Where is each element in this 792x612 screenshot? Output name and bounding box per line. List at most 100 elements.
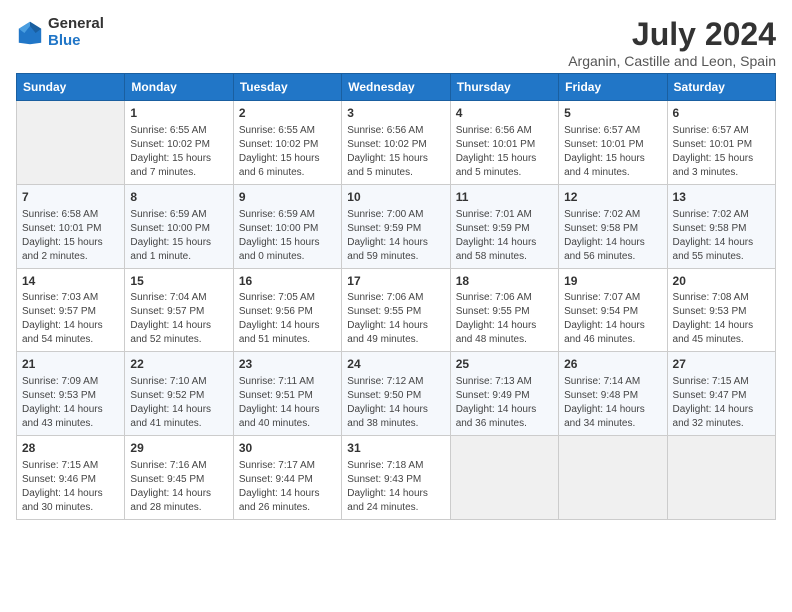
calendar-cell: 27 Sunrise: 7:15 AM Sunset: 9:47 PM Dayli…: [667, 352, 775, 436]
day-number: 10: [347, 189, 444, 206]
calendar-cell: 28Sunrise: 7:15 AM Sunset: 9:46 PM Dayli…: [17, 436, 125, 520]
day-number: 16: [239, 273, 336, 290]
day-info: Sunrise: 7:00 AM Sunset: 9:59 PM Dayligh…: [347, 208, 444, 264]
day-info: Sunrise: 7:07 AM Sunset: 9:54 PM Dayligh…: [564, 291, 661, 347]
calendar-week-row: 7 Sunrise: 6:58 AM Sunset: 10:01 PM Dayli…: [17, 184, 776, 268]
day-number: 21: [22, 356, 119, 373]
day-info: Sunrise: 7:14 AM Sunset: 9:48 PM Dayligh…: [564, 375, 661, 431]
day-info: Sunrise: 7:11 AM Sunset: 9:51 PM Dayligh…: [239, 375, 336, 431]
day-info: Sunrise: 7:10 AM Sunset: 9:52 PM Dayligh…: [130, 375, 227, 431]
day-info: Sunrise: 7:04 AM Sunset: 9:57 PM Dayligh…: [130, 291, 227, 347]
calendar-cell: 15Sunrise: 7:04 AM Sunset: 9:57 PM Dayli…: [125, 268, 233, 352]
day-number: 26: [564, 356, 661, 373]
calendar-cell: 23 Sunrise: 7:11 AM Sunset: 9:51 PM Dayli…: [233, 352, 341, 436]
day-info: Sunrise: 7:03 AM Sunset: 9:57 PM Dayligh…: [22, 291, 119, 347]
logo-line1: General: [48, 16, 104, 33]
logo-line2: Blue: [48, 33, 104, 50]
page-header: General Blue July 2024 Arganin, Castille…: [16, 16, 776, 69]
day-info: Sunrise: 7:15 AM Sunset: 9:47 PM Dayligh…: [673, 375, 770, 431]
day-number: 7: [22, 189, 119, 206]
calendar-week-row: 28Sunrise: 7:15 AM Sunset: 9:46 PM Dayli…: [17, 436, 776, 520]
day-number: 31: [347, 440, 444, 457]
calendar-body: 1Sunrise: 6:55 AM Sunset: 10:02 PM Dayli…: [17, 101, 776, 520]
calendar-cell: [17, 101, 125, 185]
header-cell: Thursday: [450, 74, 558, 101]
day-info: Sunrise: 6:59 AM Sunset: 10:00 PM Daylig…: [239, 208, 336, 264]
calendar-cell: 11Sunrise: 7:01 AM Sunset: 9:59 PM Dayli…: [450, 184, 558, 268]
day-number: 13: [673, 189, 770, 206]
day-info: Sunrise: 7:06 AM Sunset: 9:55 PM Dayligh…: [347, 291, 444, 347]
day-info: Sunrise: 6:57 AM Sunset: 10:01 PM Daylig…: [564, 124, 661, 180]
day-info: Sunrise: 7:06 AM Sunset: 9:55 PM Dayligh…: [456, 291, 553, 347]
day-info: Sunrise: 6:55 AM Sunset: 10:02 PM Daylig…: [239, 124, 336, 180]
day-info: Sunrise: 6:58 AM Sunset: 10:01 PM Daylig…: [22, 208, 119, 264]
day-number: 5: [564, 105, 661, 122]
day-number: 22: [130, 356, 227, 373]
title-section: July 2024 Arganin, Castille and Leon, Sp…: [568, 16, 776, 69]
header-cell: Sunday: [17, 74, 125, 101]
header-cell: Monday: [125, 74, 233, 101]
location: Arganin, Castille and Leon, Spain: [568, 53, 776, 69]
calendar-cell: 31Sunrise: 7:18 AM Sunset: 9:43 PM Dayli…: [342, 436, 450, 520]
calendar-cell: 20Sunrise: 7:08 AM Sunset: 9:53 PM Dayli…: [667, 268, 775, 352]
calendar-cell: [559, 436, 667, 520]
calendar-week-row: 21Sunrise: 7:09 AM Sunset: 9:53 PM Dayli…: [17, 352, 776, 436]
day-number: 17: [347, 273, 444, 290]
calendar-cell: 3Sunrise: 6:56 AM Sunset: 10:02 PM Dayli…: [342, 101, 450, 185]
calendar-cell: 10 Sunrise: 7:00 AM Sunset: 9:59 PM Dayli…: [342, 184, 450, 268]
calendar-cell: 9 Sunrise: 6:59 AM Sunset: 10:00 PM Dayli…: [233, 184, 341, 268]
calendar-cell: [667, 436, 775, 520]
day-number: 14: [22, 273, 119, 290]
day-number: 2: [239, 105, 336, 122]
day-number: 19: [564, 273, 661, 290]
day-info: Sunrise: 7:17 AM Sunset: 9:44 PM Dayligh…: [239, 459, 336, 515]
day-number: 18: [456, 273, 553, 290]
calendar-cell: [450, 436, 558, 520]
calendar-cell: 22 Sunrise: 7:10 AM Sunset: 9:52 PM Dayli…: [125, 352, 233, 436]
calendar-cell: 14Sunrise: 7:03 AM Sunset: 9:57 PM Dayli…: [17, 268, 125, 352]
day-info: Sunrise: 6:56 AM Sunset: 10:02 PM Daylig…: [347, 124, 444, 180]
calendar-cell: 18Sunrise: 7:06 AM Sunset: 9:55 PM Dayli…: [450, 268, 558, 352]
calendar-cell: 21Sunrise: 7:09 AM Sunset: 9:53 PM Dayli…: [17, 352, 125, 436]
calendar-cell: 1Sunrise: 6:55 AM Sunset: 10:02 PM Dayli…: [125, 101, 233, 185]
calendar-cell: 16Sunrise: 7:05 AM Sunset: 9:56 PM Dayli…: [233, 268, 341, 352]
day-number: 29: [130, 440, 227, 457]
header-cell: Saturday: [667, 74, 775, 101]
header-cell: Wednesday: [342, 74, 450, 101]
calendar-cell: 30 Sunrise: 7:17 AM Sunset: 9:44 PM Dayli…: [233, 436, 341, 520]
day-info: Sunrise: 7:02 AM Sunset: 9:58 PM Dayligh…: [564, 208, 661, 264]
day-number: 9: [239, 189, 336, 206]
day-info: Sunrise: 6:55 AM Sunset: 10:02 PM Daylig…: [130, 124, 227, 180]
day-number: 30: [239, 440, 336, 457]
day-number: 6: [673, 105, 770, 122]
logo-icon: [16, 19, 44, 47]
day-number: 25: [456, 356, 553, 373]
day-info: Sunrise: 6:56 AM Sunset: 10:01 PM Daylig…: [456, 124, 553, 180]
day-info: Sunrise: 7:02 AM Sunset: 9:58 PM Dayligh…: [673, 208, 770, 264]
calendar-cell: 26 Sunrise: 7:14 AM Sunset: 9:48 PM Dayli…: [559, 352, 667, 436]
calendar-cell: 6 Sunrise: 6:57 AM Sunset: 10:01 PM Dayli…: [667, 101, 775, 185]
day-info: Sunrise: 7:13 AM Sunset: 9:49 PM Dayligh…: [456, 375, 553, 431]
day-number: 27: [673, 356, 770, 373]
calendar-cell: 5 Sunrise: 6:57 AM Sunset: 10:01 PM Dayli…: [559, 101, 667, 185]
day-number: 12: [564, 189, 661, 206]
month-year: July 2024: [568, 16, 776, 53]
calendar-cell: 8Sunrise: 6:59 AM Sunset: 10:00 PM Dayli…: [125, 184, 233, 268]
day-info: Sunrise: 7:01 AM Sunset: 9:59 PM Dayligh…: [456, 208, 553, 264]
day-info: Sunrise: 6:59 AM Sunset: 10:00 PM Daylig…: [130, 208, 227, 264]
calendar-cell: 25 Sunrise: 7:13 AM Sunset: 9:49 PM Dayli…: [450, 352, 558, 436]
calendar-week-row: 1Sunrise: 6:55 AM Sunset: 10:02 PM Dayli…: [17, 101, 776, 185]
day-number: 23: [239, 356, 336, 373]
header-row: SundayMondayTuesdayWednesdayThursdayFrid…: [17, 74, 776, 101]
logo-text: General Blue: [48, 16, 104, 49]
day-number: 15: [130, 273, 227, 290]
day-number: 20: [673, 273, 770, 290]
logo: General Blue: [16, 16, 104, 49]
calendar-table: SundayMondayTuesdayWednesdayThursdayFrid…: [16, 73, 776, 520]
calendar-cell: 13 Sunrise: 7:02 AM Sunset: 9:58 PM Dayli…: [667, 184, 775, 268]
day-info: Sunrise: 6:57 AM Sunset: 10:01 PM Daylig…: [673, 124, 770, 180]
day-info: Sunrise: 7:12 AM Sunset: 9:50 PM Dayligh…: [347, 375, 444, 431]
calendar-cell: 29Sunrise: 7:16 AM Sunset: 9:45 PM Dayli…: [125, 436, 233, 520]
calendar-cell: 4Sunrise: 6:56 AM Sunset: 10:01 PM Dayli…: [450, 101, 558, 185]
calendar-header: SundayMondayTuesdayWednesdayThursdayFrid…: [17, 74, 776, 101]
